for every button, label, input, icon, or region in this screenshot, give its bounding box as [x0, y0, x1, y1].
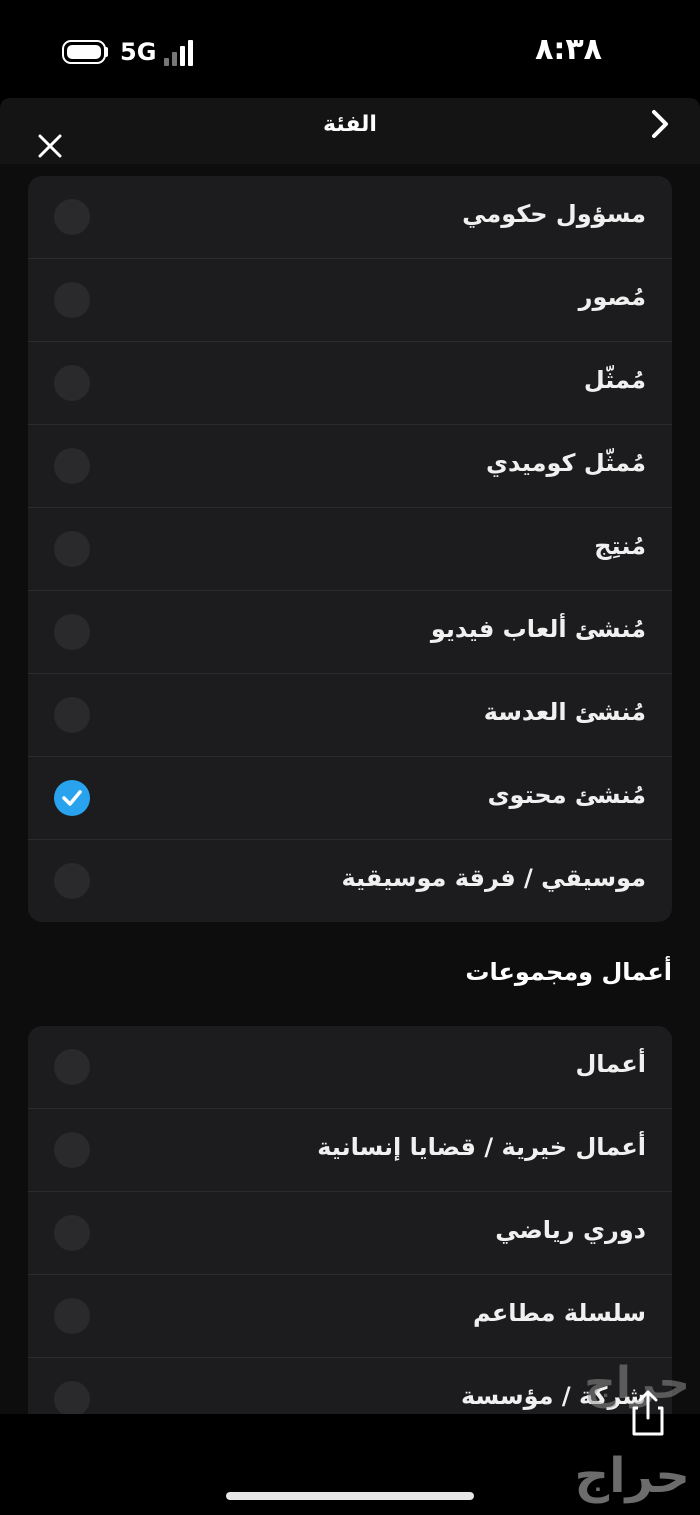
row-label: دوري رياضي — [495, 1216, 646, 1244]
category-row-selected[interactable]: مُنشئ محتوى — [28, 757, 672, 840]
category-row[interactable]: مُنتِج — [28, 508, 672, 591]
radio-checked[interactable] — [54, 780, 90, 816]
radio-unchecked[interactable] — [54, 282, 90, 318]
row-label: مُمثّل — [583, 366, 646, 394]
radio-unchecked[interactable] — [54, 448, 90, 484]
radio-unchecked[interactable] — [54, 1381, 90, 1414]
radio-unchecked[interactable] — [54, 1132, 90, 1168]
row-label: أعمال خيرية / قضايا إنسانية — [317, 1133, 646, 1161]
row-label: مُنتِج — [594, 532, 646, 560]
category-row[interactable]: مسؤول حكومي — [28, 176, 672, 259]
category-row[interactable]: أعمال خيرية / قضايا إنسانية — [28, 1109, 672, 1192]
page-title: الفئة — [323, 112, 377, 137]
category-row[interactable]: مُصور — [28, 259, 672, 342]
category-row[interactable]: مُمثّل كوميدي — [28, 425, 672, 508]
row-label: سلسلة مطاعم — [473, 1299, 646, 1327]
radio-unchecked[interactable] — [54, 531, 90, 567]
business-card: أعمال أعمال خيرية / قضايا إنسانية دوري ر… — [28, 1026, 672, 1414]
signal-icon — [164, 40, 204, 66]
status-bar: 5G ٨:٣٨ — [0, 0, 700, 100]
battery-tip — [104, 47, 108, 57]
category-row[interactable]: مُمثّل — [28, 342, 672, 425]
status-time: ٨:٣٨ — [535, 32, 602, 67]
battery-icon — [62, 40, 106, 64]
category-row[interactable]: مُنشئ العدسة — [28, 674, 672, 757]
category-row[interactable]: سلسلة مطاعم — [28, 1275, 672, 1358]
row-label: موسيقي / فرقة موسيقية — [341, 864, 646, 892]
radio-unchecked[interactable] — [54, 365, 90, 401]
category-row[interactable]: شركة / مؤسسة — [28, 1358, 672, 1414]
radio-unchecked[interactable] — [54, 199, 90, 235]
row-label: أعمال — [575, 1050, 646, 1078]
row-label: مسؤول حكومي — [462, 200, 646, 228]
category-row[interactable]: أعمال — [28, 1026, 672, 1109]
sheet-header: الفئة — [0, 98, 700, 164]
row-label: مُمثّل كوميدي — [485, 449, 646, 477]
category-row[interactable]: موسيقي / فرقة موسيقية — [28, 840, 672, 922]
section-title: أعمال ومجموعات — [465, 958, 672, 986]
category-row[interactable]: مُنشئ ألعاب فيديو — [28, 591, 672, 674]
row-label: مُنشئ ألعاب فيديو — [430, 615, 646, 643]
category-list[interactable]: مسؤول حكومي مُصور مُمثّل مُمثّل كوميدي م… — [0, 164, 700, 1414]
radio-unchecked[interactable] — [54, 614, 90, 650]
row-label: مُنشئ العدسة — [483, 698, 646, 726]
row-label: مُنشئ محتوى — [487, 781, 646, 809]
network-label: 5G — [120, 38, 157, 66]
radio-unchecked[interactable] — [54, 697, 90, 733]
radio-unchecked[interactable] — [54, 1049, 90, 1085]
radio-unchecked[interactable] — [54, 863, 90, 899]
radio-unchecked[interactable] — [54, 1215, 90, 1251]
category-row[interactable]: دوري رياضي — [28, 1192, 672, 1275]
radio-unchecked[interactable] — [54, 1298, 90, 1334]
row-label: مُصور — [578, 283, 646, 311]
category-card: مسؤول حكومي مُصور مُمثّل مُمثّل كوميدي م… — [28, 176, 672, 922]
share-icon[interactable] — [628, 1388, 668, 1438]
chevron-right-icon[interactable] — [646, 108, 672, 140]
home-indicator[interactable] — [226, 1492, 474, 1500]
watermark: حراج — [574, 1448, 691, 1504]
check-icon — [62, 790, 82, 806]
